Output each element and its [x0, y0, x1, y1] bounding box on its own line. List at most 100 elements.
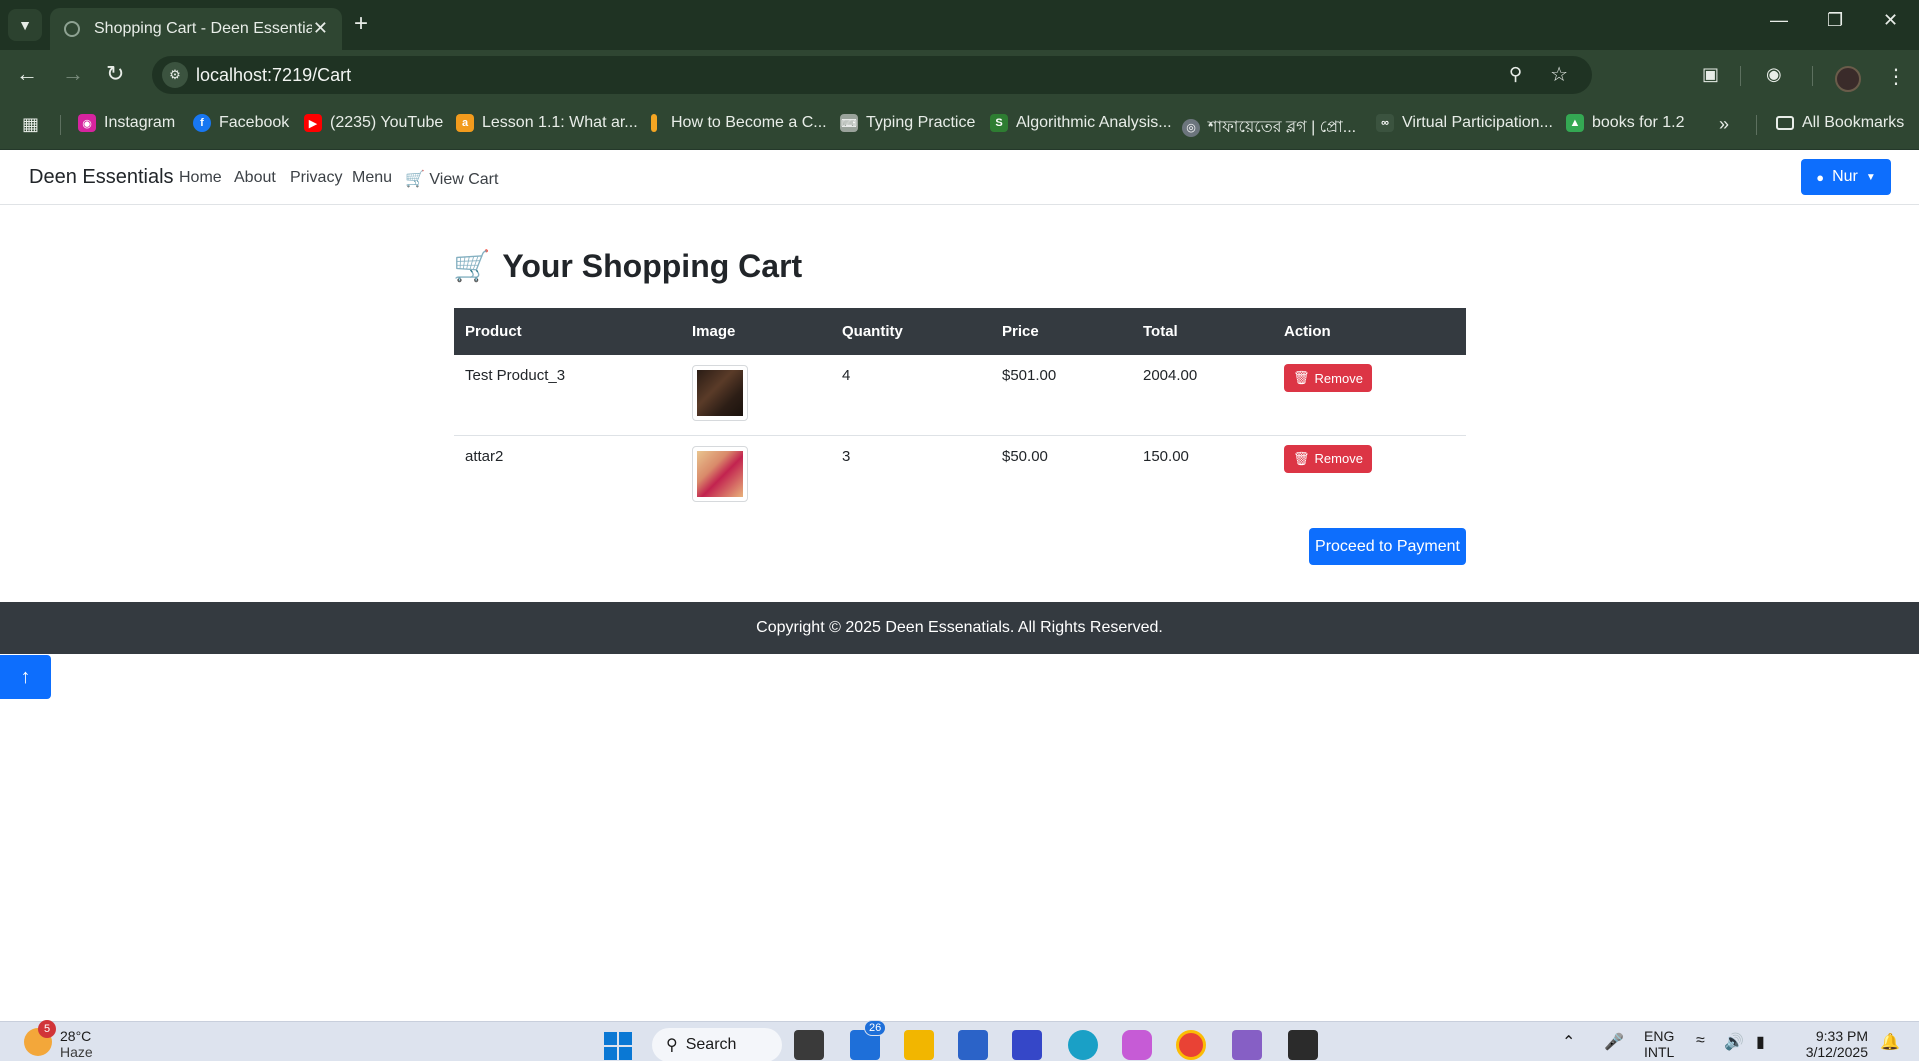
- site-brand[interactable]: Deen Essentials: [29, 166, 174, 189]
- proceed-to-payment-button[interactable]: Proceed to Payment: [1309, 528, 1466, 565]
- microphone-icon[interactable]: 🎤: [1604, 1032, 1624, 1052]
- profile-avatar[interactable]: [1835, 66, 1861, 92]
- bookmark-blog[interactable]: ◎ শাফায়েতের ব্লগ | প্রো...: [1182, 114, 1356, 141]
- battery-icon[interactable]: ▮: [1756, 1032, 1765, 1052]
- start-icon[interactable]: [604, 1032, 632, 1060]
- minimize-window-icon[interactable]: —: [1770, 10, 1788, 31]
- wifi-icon[interactable]: ≈: [1696, 1032, 1705, 1050]
- page-title-text: Your Shopping Cart: [502, 248, 803, 284]
- user-name: Nur: [1832, 168, 1858, 185]
- bookmark-label: Typing Practice: [866, 114, 976, 131]
- bookmark-label: How to Become a C...: [671, 114, 827, 131]
- bookmark-how-to-become[interactable]: How to Become a C...: [651, 114, 827, 132]
- all-bookmarks-folder[interactable]: All Bookmarks: [1776, 114, 1904, 132]
- site-footer: Copyright © 2025 Deen Essenatials. All R…: [0, 602, 1919, 654]
- extensions-icon[interactable]: ▣: [1702, 64, 1719, 85]
- visual-studio-icon[interactable]: [1232, 1030, 1262, 1060]
- forward-icon[interactable]: →: [62, 62, 84, 86]
- column-header-action: Action: [1273, 308, 1466, 355]
- user-dropdown-button[interactable]: ● Nur ▼: [1801, 159, 1891, 195]
- bookmark-star-icon[interactable]: ☆: [1550, 62, 1568, 87]
- copilot-icon[interactable]: [1122, 1030, 1152, 1060]
- browser-tab-strip: ▼ Shopping Cart - Deen Essentials ✕ + — …: [0, 0, 1919, 50]
- browser-tab-active[interactable]: Shopping Cart - Deen Essentials ✕: [50, 8, 342, 50]
- volume-icon[interactable]: 🔊: [1724, 1032, 1744, 1052]
- store-badge: 26: [864, 1020, 887, 1036]
- bookmark-instagram[interactable]: ◉ Instagram: [78, 114, 175, 132]
- chrome-icon[interactable]: [1176, 1030, 1206, 1060]
- bookmark-youtube[interactable]: ▶ (2235) YouTube: [304, 114, 443, 132]
- nav-view-cart[interactable]: 🛒 View Cart: [405, 169, 498, 189]
- product-price: $501.00: [991, 355, 1132, 436]
- language-indicator[interactable]: ENG INTL: [1644, 1028, 1674, 1060]
- clock[interactable]: 9:33 PM 3/12/2025: [1796, 1028, 1868, 1060]
- table-row: attar2 3 $50.00 150.00 🗑 Remove: [454, 435, 1466, 515]
- reload-icon[interactable]: ↻: [106, 62, 124, 86]
- tab-favicon-icon: [64, 21, 80, 37]
- nav-home[interactable]: Home: [179, 169, 222, 187]
- remove-button[interactable]: 🗑 Remove: [1284, 444, 1372, 473]
- bookmark-lesson[interactable]: a Lesson 1.1: What ar...: [456, 114, 638, 132]
- nav-menu[interactable]: Menu: [352, 169, 392, 187]
- chevron-down-icon: ▼: [18, 17, 32, 33]
- back-icon[interactable]: ←: [16, 62, 38, 86]
- browser-menu-icon[interactable]: ⋮: [1886, 64, 1906, 89]
- cart-icon: 🛒: [453, 250, 491, 283]
- terminal-icon[interactable]: [1288, 1030, 1318, 1060]
- apps-grid-icon[interactable]: ▦: [22, 114, 39, 135]
- clock-time: 9:33 PM: [1815, 1028, 1868, 1044]
- search-label: Search: [685, 1036, 737, 1053]
- article-icon: [651, 114, 657, 132]
- column-header-quantity: Quantity: [831, 308, 991, 355]
- product-name: Test Product_3: [454, 355, 681, 436]
- bookmark-label: (2235) YouTube: [330, 114, 444, 131]
- facebook-icon: f: [193, 114, 211, 132]
- close-tab-icon[interactable]: ✕: [313, 18, 328, 39]
- page-title: 🛒 Your Shopping Cart: [453, 248, 802, 285]
- task-view-icon[interactable]: [794, 1030, 824, 1060]
- clock-date: 3/12/2025: [1805, 1044, 1868, 1060]
- tab-title: Shopping Cart - Deen Essentials: [94, 20, 312, 37]
- nav-about[interactable]: About: [234, 169, 276, 187]
- tab-search-button[interactable]: ▼: [8, 9, 42, 41]
- url-text[interactable]: localhost:7219/Cart: [196, 65, 351, 86]
- new-tab-button[interactable]: +: [354, 12, 368, 36]
- close-window-icon[interactable]: ✕: [1883, 10, 1898, 31]
- edge-icon[interactable]: [1068, 1030, 1098, 1060]
- product-total: 2004.00: [1132, 355, 1273, 436]
- bookmark-books[interactable]: ▲ books for 1.2: [1566, 114, 1685, 132]
- nav-privacy[interactable]: Privacy: [290, 169, 342, 187]
- restore-window-icon[interactable]: ❐: [1827, 10, 1843, 31]
- site-info-icon[interactable]: ⚙: [162, 62, 188, 88]
- address-bar[interactable]: ⚙ localhost:7219/Cart ⚲ ☆: [152, 56, 1592, 94]
- notifications-icon[interactable]: 🔔: [1880, 1032, 1900, 1052]
- column-header-total: Total: [1132, 308, 1273, 355]
- editor-icon[interactable]: [1012, 1030, 1042, 1060]
- screenshot-icon[interactable]: ◉: [1766, 64, 1782, 85]
- caret-down-icon: ▼: [1865, 171, 1876, 183]
- bookmark-label: Instagram: [104, 114, 176, 131]
- product-image-cell: [681, 435, 831, 515]
- weather-icon: 5: [24, 1020, 56, 1056]
- bookmark-label: Lesson 1.1: What ar...: [482, 114, 638, 131]
- store-icon[interactable]: 26: [850, 1020, 887, 1060]
- bookmark-algorithmic-analysis[interactable]: S Algorithmic Analysis...: [990, 114, 1172, 132]
- tray-chevron-up-icon[interactable]: ⌃: [1562, 1032, 1575, 1052]
- table-header-row: Product Image Quantity Price Total Actio…: [454, 308, 1466, 355]
- bookmark-facebook[interactable]: f Facebook: [193, 114, 289, 132]
- more-bookmarks-icon[interactable]: »: [1719, 114, 1729, 135]
- instagram-icon: ◉: [78, 114, 96, 132]
- file-explorer-icon[interactable]: [904, 1030, 934, 1060]
- weather-widget[interactable]: 5 28°C Haze: [24, 1020, 93, 1060]
- windows-taskbar: 5 28°C Haze ⚲ Search 26 ⌃ 🎤 ENG INTL ≈ 🔊…: [0, 1020, 1919, 1061]
- back-to-top-button[interactable]: ↑: [0, 655, 51, 699]
- taskbar-search[interactable]: ⚲ Search: [652, 1028, 782, 1061]
- bookmark-virtual-participation[interactable]: ∞ Virtual Participation...: [1376, 114, 1553, 132]
- bookmark-typing-practice[interactable]: ⌨ Typing Practice: [840, 114, 975, 132]
- arrow-up-icon: ↑: [20, 665, 31, 688]
- microsoft-store-icon[interactable]: [958, 1030, 988, 1060]
- zoom-icon[interactable]: ⚲: [1509, 64, 1522, 85]
- product-image: [692, 445, 748, 502]
- product-total: 150.00: [1143, 447, 1189, 465]
- remove-button[interactable]: 🗑 Remove: [1284, 364, 1372, 392]
